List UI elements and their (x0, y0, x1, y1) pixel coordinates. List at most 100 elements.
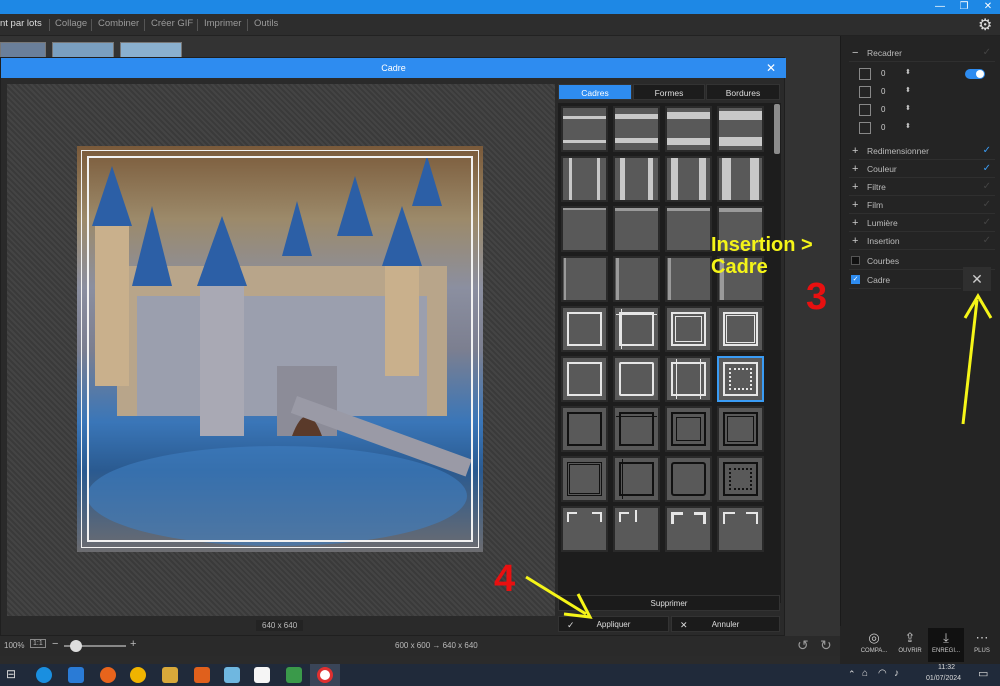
file-explorer-icon[interactable] (162, 667, 178, 683)
gallery-scrollbar[interactable] (774, 104, 780, 154)
frame-option[interactable] (561, 156, 608, 202)
frame-option[interactable] (613, 156, 660, 202)
frame-option[interactable] (561, 456, 608, 502)
frame-option[interactable] (613, 206, 660, 252)
remove-cadre-icon[interactable]: ✕ (963, 267, 991, 291)
panel-item-insertion[interactable]: + Insertion ✓ (849, 232, 995, 250)
frame-option[interactable] (665, 106, 712, 152)
frame-option[interactable] (717, 456, 764, 502)
frame-option[interactable] (613, 106, 660, 152)
frame-option[interactable] (561, 106, 608, 152)
volume-icon[interactable]: ♪ (894, 668, 899, 679)
frame-option[interactable] (613, 456, 660, 502)
panel-item-filtre[interactable]: + Filtre ✓ (849, 178, 995, 196)
menu-create-gif[interactable]: Créer GIF (151, 18, 193, 29)
frame-option[interactable] (613, 506, 660, 552)
wifi-icon[interactable]: ◠ (878, 668, 887, 679)
restore-icon[interactable]: ❐ (952, 0, 976, 14)
dialog-close-icon[interactable]: ✕ (764, 58, 778, 78)
panel-item-redimensionner[interactable]: + Redimensionner ✓ (849, 142, 995, 160)
actual-size-button[interactable]: 1:1 (30, 639, 46, 648)
panel-item-couleur[interactable]: + Couleur ✓ (849, 160, 995, 178)
frame-option[interactable] (665, 356, 712, 402)
open-button[interactable]: ⇪ OUVRIR (892, 628, 928, 662)
panel-item-film[interactable]: + Film ✓ (849, 196, 995, 214)
more-button[interactable]: ⋯ PLUS (964, 628, 1000, 662)
notification-icon[interactable]: ▭ (978, 667, 988, 680)
compare-button[interactable]: ◎ COMPA... (856, 628, 892, 662)
frame-option[interactable] (561, 406, 608, 452)
frame-option[interactable] (561, 356, 608, 402)
tab-bordures[interactable]: Bordures (706, 84, 780, 100)
frame-option-selected[interactable] (717, 356, 764, 402)
save-button[interactable]: ⤓ ENREGI... (928, 628, 964, 662)
courbes-checkbox[interactable] (851, 256, 860, 265)
apply-button[interactable]: ✓ Appliquer (558, 616, 669, 632)
menu-tools[interactable]: Outils (254, 18, 278, 29)
frame-option[interactable] (717, 506, 764, 552)
active-app-tab[interactable] (310, 664, 340, 686)
app-icon[interactable] (254, 667, 270, 683)
delete-button[interactable]: Supprimer (558, 595, 780, 611)
thumbnail[interactable] (0, 42, 46, 58)
close-window-icon[interactable]: ✕ (976, 0, 1000, 14)
tab-formes[interactable]: Formes (633, 84, 705, 100)
minimize-icon[interactable]: — (928, 0, 952, 14)
menu-combiner[interactable]: Combiner (98, 18, 139, 29)
frame-option[interactable] (561, 256, 608, 302)
task-view-icon[interactable]: ⊟ (6, 667, 16, 681)
frame-option[interactable] (613, 356, 660, 402)
frame-option[interactable] (665, 406, 712, 452)
zoom-in-icon[interactable]: + (130, 638, 136, 650)
frame-option[interactable] (613, 256, 660, 302)
frame-option[interactable] (665, 206, 712, 252)
frame-option[interactable] (665, 456, 712, 502)
zoom-slider-handle[interactable] (70, 640, 82, 652)
panel-item-cadre[interactable]: ✓ Cadre (849, 271, 961, 289)
frame-option[interactable] (665, 256, 712, 302)
edge-icon[interactable] (36, 667, 52, 683)
frame-option[interactable] (665, 156, 712, 202)
frame-option[interactable] (717, 306, 764, 352)
frame-option[interactable] (613, 306, 660, 352)
panel-item-lumiere[interactable]: + Lumière ✓ (849, 214, 995, 232)
crop-bottom-value[interactable]: 0 (881, 123, 885, 132)
frame-option[interactable] (561, 506, 608, 552)
frame-option[interactable] (665, 506, 712, 552)
crop-top-value[interactable]: 0 (881, 69, 885, 78)
frame-option[interactable] (613, 406, 660, 452)
settings-gear-icon[interactable]: ⚙ (978, 15, 992, 35)
crop-left-value[interactable]: 0 (881, 87, 885, 96)
network-icon[interactable]: ⌂ (862, 668, 868, 679)
stepper-icon[interactable]: ⬍ (905, 68, 911, 76)
rotate-left-icon[interactable]: ↺ (797, 637, 809, 654)
tab-cadres[interactable]: Cadres (558, 84, 632, 100)
clock-date[interactable]: 01/07/2024 (926, 675, 961, 682)
zoom-out-icon[interactable]: − (52, 638, 58, 650)
cancel-button[interactable]: ✕ Annuler (671, 616, 780, 632)
menu-batch[interactable]: nt par lots (0, 18, 42, 29)
app-icon[interactable] (130, 667, 146, 683)
stepper-icon[interactable]: ⬍ (905, 104, 911, 112)
crop-right-value[interactable]: 0 (881, 105, 885, 114)
frame-option[interactable] (717, 406, 764, 452)
menu-print[interactable]: Imprimer (204, 18, 241, 29)
app-icon[interactable] (194, 667, 210, 683)
app-icon[interactable] (224, 667, 240, 683)
panel-item-recadrer[interactable]: − Recadrer ✓ (849, 44, 995, 62)
cadre-checkbox[interactable]: ✓ (851, 275, 860, 284)
tray-chevron-icon[interactable]: ⌃ (848, 669, 856, 680)
frame-option[interactable] (561, 306, 608, 352)
app-icon[interactable] (286, 667, 302, 683)
thumbnail[interactable] (120, 42, 182, 58)
frame-option[interactable] (561, 206, 608, 252)
frame-option[interactable] (717, 106, 764, 152)
stepper-icon[interactable]: ⬍ (905, 86, 911, 94)
stepper-icon[interactable]: ⬍ (905, 122, 911, 130)
toggle-switch[interactable] (965, 69, 985, 79)
clock-time[interactable]: 11:32 (938, 664, 955, 671)
firefox-icon[interactable] (100, 667, 116, 683)
frame-option[interactable] (717, 156, 764, 202)
frame-option[interactable] (665, 306, 712, 352)
thumbnail[interactable] (52, 42, 114, 58)
